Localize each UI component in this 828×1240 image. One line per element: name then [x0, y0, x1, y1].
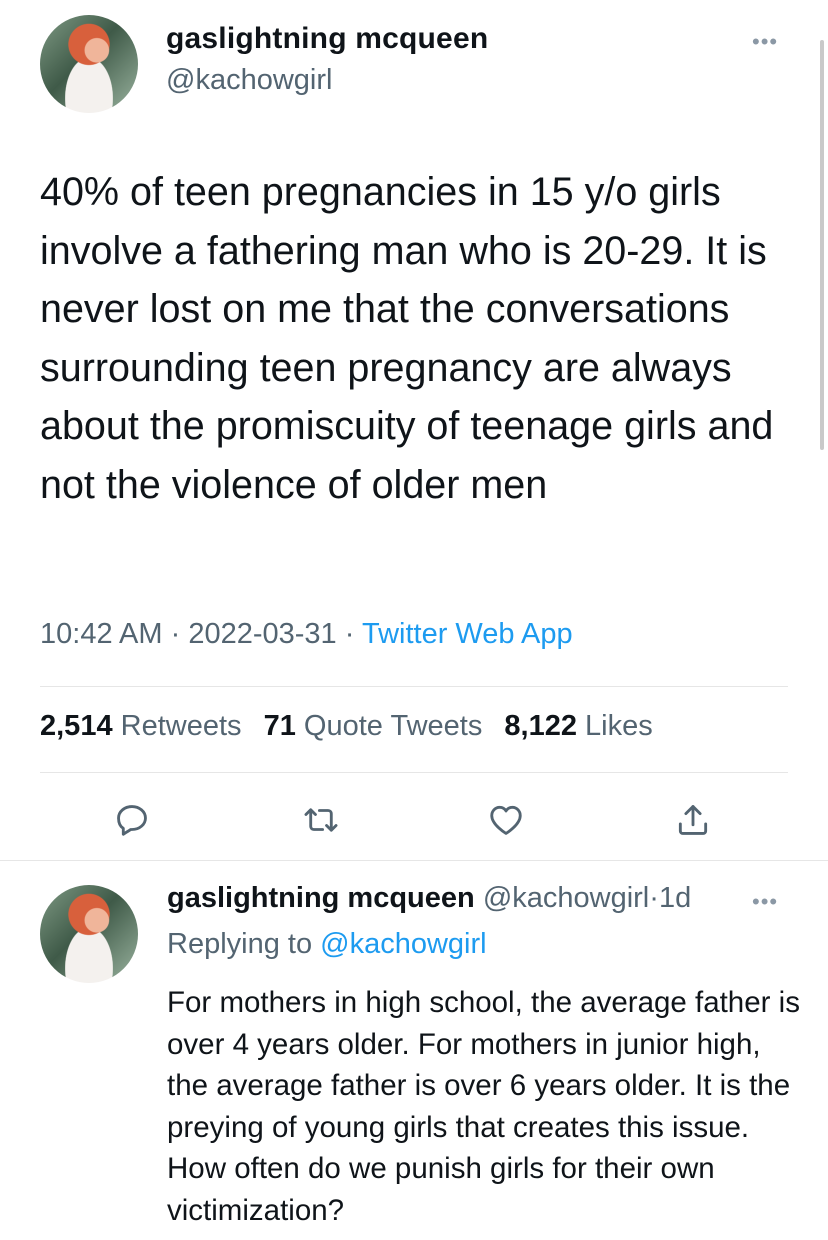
reply-text: For mothers in high school, the average … — [167, 986, 800, 1227]
reply-header: gaslightning mcqueen @kachowgirl·1d — [167, 882, 691, 915]
more-options-icon[interactable]: ••• — [752, 31, 778, 53]
reply-icon — [117, 805, 147, 836]
meta-separator: · — [170, 618, 181, 650]
author-handle[interactable]: @kachowgirl — [166, 64, 332, 97]
reply-author-name[interactable]: gaslightning mcqueen — [167, 882, 475, 914]
likes-count: 8,122 — [504, 710, 577, 742]
meta-separator: · — [649, 882, 659, 914]
reply-author-handle[interactable]: @kachowgirl — [483, 882, 649, 914]
tweet-text: 40% of teen pregnancies in 15 y/o girls … — [40, 170, 774, 507]
reply-time-ago[interactable]: 1d — [659, 882, 691, 914]
tweet-source-link[interactable]: Twitter Web App — [362, 618, 573, 650]
retweets-label: Retweets — [120, 710, 242, 742]
main-tweet: gaslightning mcqueen @kachowgirl ••• 40%… — [0, 0, 828, 861]
reply-button[interactable] — [112, 800, 152, 840]
avatar[interactable] — [40, 885, 138, 983]
divider — [40, 772, 788, 773]
author-name[interactable]: gaslightning mcqueen — [166, 22, 488, 56]
quotes-label: Quote Tweets — [303, 710, 483, 742]
meta-separator: · — [344, 618, 355, 650]
tweet-date[interactable]: 2022-03-31 — [188, 618, 336, 650]
replying-prefix: Replying to — [167, 928, 313, 960]
replying-to: Replying to @kachowgirl — [167, 928, 487, 961]
like-button[interactable] — [486, 800, 526, 840]
more-options-icon[interactable]: ••• — [752, 891, 778, 913]
share-button[interactable] — [673, 800, 713, 840]
share-icon — [678, 805, 708, 835]
tweet-stats: 2,514 Retweets 71 Quote Tweets 8,122 Lik… — [40, 710, 653, 743]
quotes-count: 71 — [263, 710, 296, 742]
replying-handle-link[interactable]: @kachowgirl — [320, 928, 486, 960]
likes-label: Likes — [585, 710, 653, 742]
retweet-button[interactable] — [301, 800, 341, 840]
retweets-stat[interactable]: 2,514 Retweets — [40, 710, 242, 742]
retweet-icon — [304, 808, 338, 832]
retweets-count: 2,514 — [40, 710, 113, 742]
tweet-meta: 10:42 AM · 2022-03-31 · Twitter Web App — [40, 618, 573, 651]
divider — [40, 686, 788, 687]
quotes-stat[interactable]: 71 Quote Tweets — [264, 710, 483, 742]
tweet-time[interactable]: 10:42 AM — [40, 618, 163, 650]
avatar[interactable] — [40, 15, 138, 113]
like-icon — [490, 805, 522, 835]
likes-stat[interactable]: 8,122 Likes — [504, 710, 652, 742]
